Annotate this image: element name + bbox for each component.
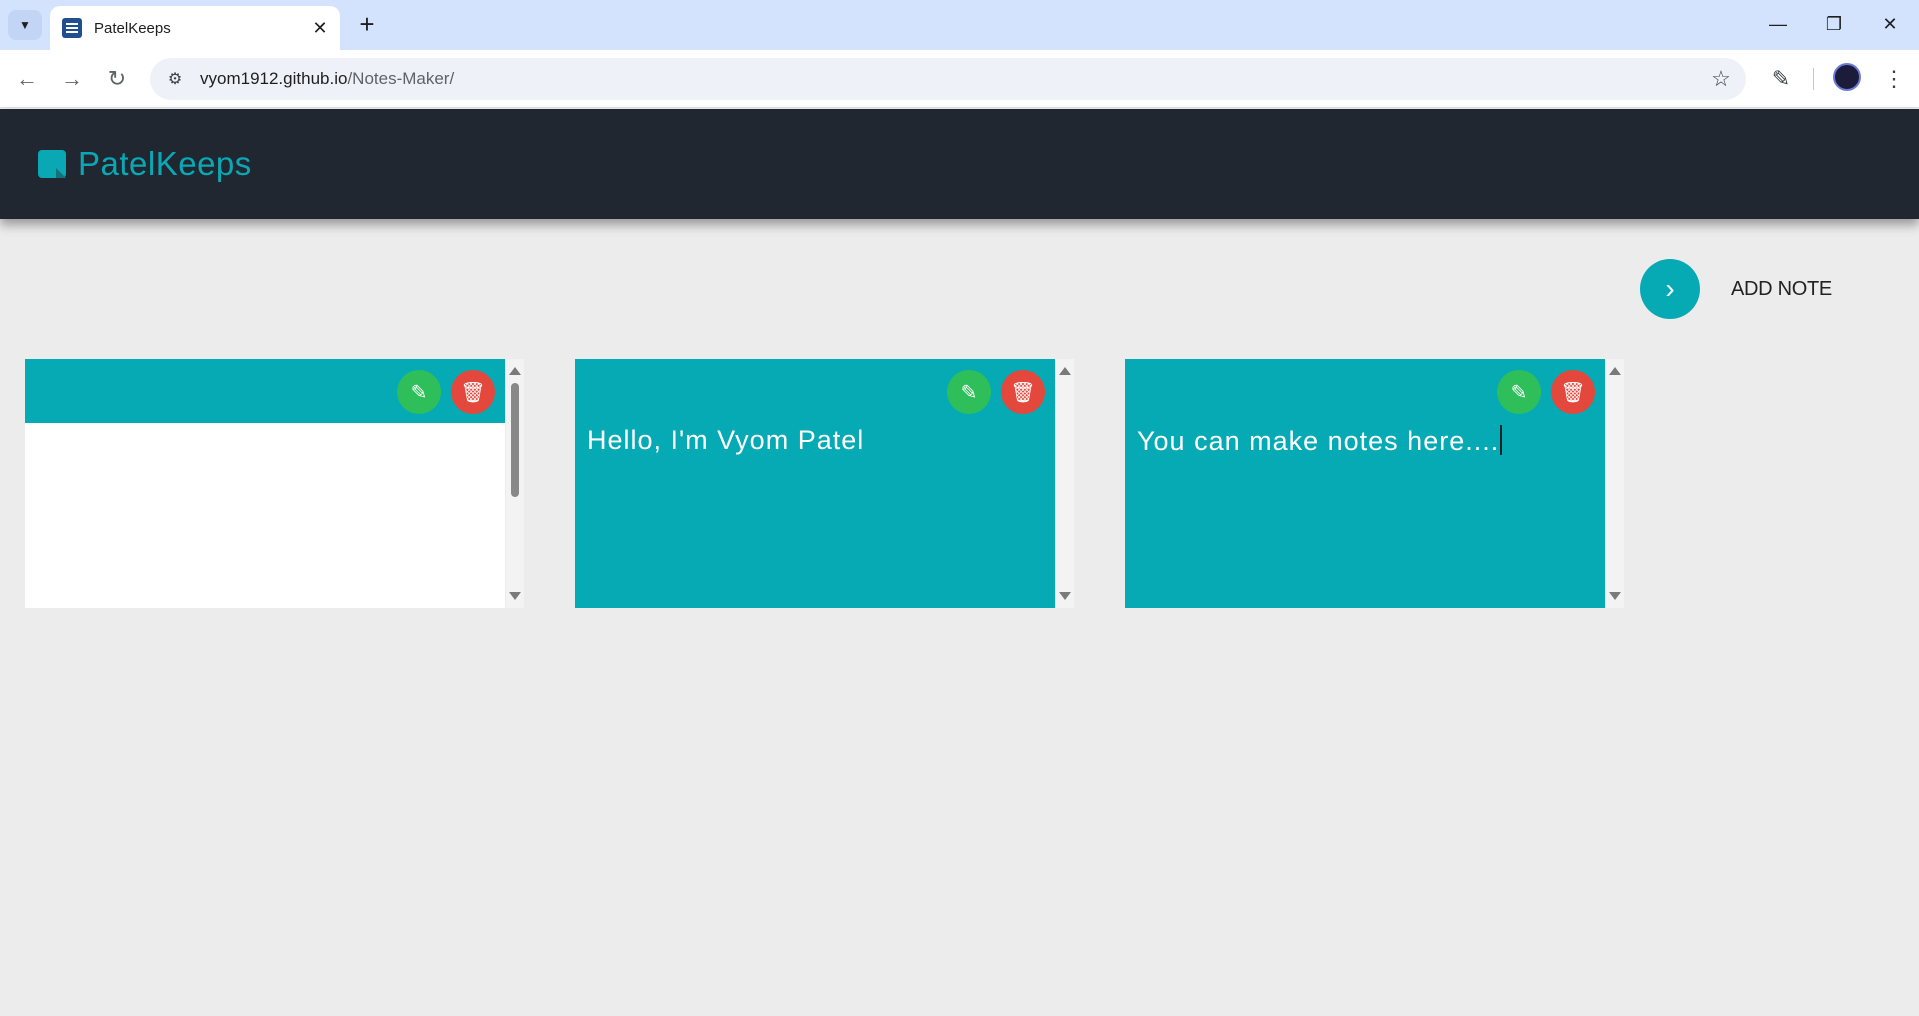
edit-note-button[interactable]: ✎	[1497, 370, 1541, 414]
note-scrollbar[interactable]	[1056, 359, 1074, 608]
new-tab-button[interactable]: +	[352, 9, 382, 39]
browser-tab-strip: ▼ PatelKeeps ✕ + — ❐ ✕	[0, 0, 1919, 50]
bookmark-star-icon[interactable]: ☆	[1706, 64, 1736, 94]
note-card: ✎ 🗑 Hello, I'm Vyom Patel	[575, 359, 1055, 608]
restore-button[interactable]: ❐	[1814, 8, 1854, 40]
note-scrollbar[interactable]	[1606, 359, 1624, 608]
scroll-down-icon[interactable]	[1609, 592, 1621, 600]
chevron-right-icon: ›	[1665, 273, 1675, 304]
trash-icon: 🗑	[460, 381, 486, 404]
scroll-up-icon[interactable]	[1609, 367, 1621, 375]
edit-icon: ✎	[410, 381, 428, 404]
scroll-down-icon[interactable]	[1059, 592, 1071, 600]
extensions-icon[interactable]: ✎	[1764, 62, 1798, 96]
close-tab-icon[interactable]: ✕	[310, 18, 330, 39]
note-text: You can make notes here....	[1137, 425, 1503, 457]
note-text: Hello, I'm Vyom Patel	[587, 425, 865, 455]
profile-avatar[interactable]	[1833, 63, 1861, 91]
tab-title: PatelKeeps	[94, 19, 171, 37]
scroll-thumb[interactable]	[511, 383, 519, 497]
note-scrollbar[interactable]	[506, 359, 524, 608]
menu-dots-icon[interactable]: ⋮	[1877, 62, 1911, 96]
delete-note-button[interactable]: 🗑	[1551, 370, 1595, 414]
address-bar[interactable]: ⚙ vyom1912.github.io/Notes-Maker/ ☆	[150, 58, 1746, 100]
add-note-label[interactable]: ADD NOTE	[1731, 278, 1832, 301]
minimize-button[interactable]: —	[1758, 8, 1798, 40]
forward-button[interactable]: →	[55, 62, 89, 96]
edit-icon: ✎	[1510, 381, 1528, 404]
tab-search-button[interactable]: ▼	[8, 10, 42, 40]
chevron-down-icon: ▼	[19, 18, 31, 32]
app-header: PatelKeeps	[0, 109, 1919, 219]
add-note-button[interactable]: ›	[1640, 259, 1700, 319]
scroll-up-icon[interactable]	[1059, 367, 1071, 375]
scroll-up-icon[interactable]	[509, 367, 521, 375]
delete-note-button[interactable]: 🗑	[1001, 370, 1045, 414]
edit-icon: ✎	[960, 381, 978, 404]
trash-icon: 🗑	[1010, 381, 1036, 404]
text-cursor	[1500, 425, 1503, 455]
scroll-down-icon[interactable]	[509, 592, 521, 600]
toolbar-separator	[1813, 68, 1814, 90]
brand-name: PatelKeeps	[78, 145, 252, 182]
delete-note-button[interactable]: 🗑	[451, 370, 495, 414]
url-text[interactable]: vyom1912.github.io/Notes-Maker/	[200, 69, 1706, 89]
sticky-note-icon	[38, 150, 66, 178]
note-textarea[interactable]	[25, 423, 505, 608]
browser-tab[interactable]: PatelKeeps ✕	[50, 6, 340, 50]
edit-note-button[interactable]: ✎	[397, 370, 441, 414]
browser-toolbar: ← → ↻ ⚙ vyom1912.github.io/Notes-Maker/ …	[0, 50, 1919, 108]
reload-button[interactable]: ↻	[100, 62, 134, 96]
edit-note-button[interactable]: ✎	[947, 370, 991, 414]
note-card: ✎ 🗑	[25, 359, 505, 608]
favicon-icon	[62, 18, 82, 38]
back-button[interactable]: ←	[10, 62, 44, 96]
note-header: ✎ 🗑	[25, 359, 505, 423]
site-info-icon[interactable]: ⚙	[164, 68, 186, 90]
note-header: ✎ 🗑	[1125, 359, 1605, 423]
close-window-button[interactable]: ✕	[1870, 8, 1910, 40]
note-card: ✎ 🗑 You can make notes here....	[1125, 359, 1605, 608]
note-header: ✎ 🗑	[575, 359, 1055, 423]
trash-icon: 🗑	[1560, 381, 1586, 404]
